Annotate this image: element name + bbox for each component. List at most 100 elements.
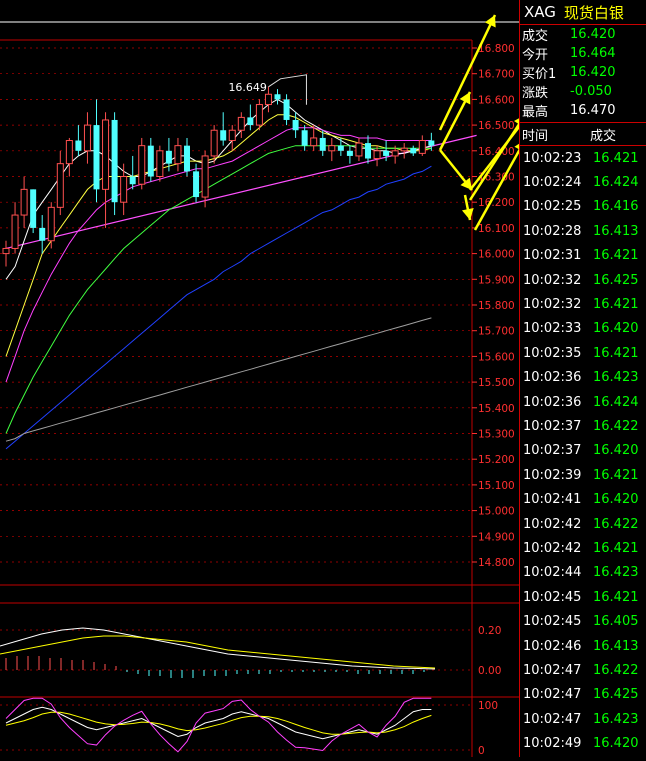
tick-price: 16.413	[593, 638, 639, 654]
tick-price: 16.413	[593, 223, 639, 239]
candle-body	[220, 130, 227, 141]
tick-time: 10:02:36	[523, 370, 582, 386]
candle-body	[292, 119, 299, 131]
candle-body	[210, 129, 218, 157]
y-tick-label: 16.200	[478, 197, 515, 209]
tick-time: 10:02:23	[523, 150, 582, 166]
candle-body	[120, 176, 128, 203]
tick-time: 10:02:39	[523, 467, 582, 483]
candle-body	[65, 140, 73, 165]
tick-time: 10:02:44	[523, 565, 582, 581]
kdj-tick-label: 100	[478, 700, 498, 712]
tick-time: 10:02:37	[523, 443, 582, 459]
tick-header-time: 时间	[522, 128, 549, 144]
tick-price: 16.424	[593, 175, 639, 191]
ma-line-white	[5, 98, 432, 280]
candle-body	[102, 119, 110, 190]
candle-body	[428, 140, 435, 146]
tick-price: 16.423	[593, 370, 639, 386]
candle-body	[365, 143, 371, 159]
tick-row: 10:02:44 16.423	[520, 561, 646, 585]
quote-value: 16.470	[570, 103, 616, 118]
candle-body	[237, 116, 245, 131]
quote-label: 涨跌	[522, 86, 549, 101]
tick-time: 10:02:32	[523, 272, 582, 288]
y-tick-label: 14.900	[478, 531, 515, 543]
y-tick-label: 15.800	[478, 300, 515, 312]
quote-panel: XAG 现货白银 成交 16.420 今开 16.464 买价1 16.420 涨跌 -0.0…	[519, 0, 646, 757]
y-tick-label: 15.300	[478, 429, 515, 441]
quote-list: 成交 16.420 今开 16.464 买价1 16.420 涨跌 -0.050 最高 16.47…	[520, 25, 646, 120]
tick-row: 10:02:42 16.422	[520, 512, 646, 536]
candle-body	[247, 117, 254, 126]
tick-time: 10:02:45	[523, 589, 582, 605]
candle-body	[11, 214, 19, 249]
quote-row: 最高 16.470	[520, 101, 646, 120]
y-tick-label: 14.800	[478, 557, 515, 569]
y-tick-label: 15.600	[478, 351, 515, 363]
tick-price: 16.420	[593, 321, 639, 337]
tick-row: 10:02:35 16.421	[520, 341, 646, 365]
quote-value: 16.464	[570, 46, 616, 61]
quote-row: 成交 16.420	[520, 25, 646, 44]
trend-line	[5, 134, 477, 250]
tick-price: 16.422	[593, 418, 639, 434]
tick-row: 10:02:39 16.421	[520, 463, 646, 487]
tick-time: 10:02:37	[523, 418, 582, 434]
candle-body	[391, 150, 399, 157]
tick-time: 10:02:47	[523, 687, 582, 703]
chart-area[interactable]: 16.800 16.700 16.600 16.500 16.400 16.300 16.2…	[0, 0, 576, 757]
candle-body	[75, 140, 82, 151]
candle-body	[129, 176, 136, 185]
tick-list[interactable]: 10:02:23 16.421 10:02:24 16.424 10:02:25 16.4…	[520, 146, 646, 756]
tick-price: 16.422	[593, 662, 639, 678]
candle-body	[83, 124, 91, 152]
y-tick-label: 16.600	[478, 94, 515, 106]
candle-body	[264, 93, 272, 106]
tick-price: 16.421	[593, 589, 639, 605]
candle-body	[355, 142, 363, 157]
price-chart[interactable]: 16.80016.70016.60016.50016.40016.30016.2…	[0, 0, 576, 757]
candle-body	[30, 189, 37, 228]
tick-row: 10:02:32 16.421	[520, 292, 646, 316]
quote-row: 今开 16.464	[520, 44, 646, 63]
tick-row: 10:02:31 16.421	[520, 244, 646, 268]
tick-price: 16.421	[593, 150, 639, 166]
tick-row: 10:02:45 16.405	[520, 609, 646, 633]
kdj-tick-label: 0	[478, 745, 485, 757]
tick-price: 16.421	[593, 297, 639, 313]
tick-row: 10:02:47 16.423	[520, 707, 646, 731]
tick-time: 10:02:42	[523, 540, 582, 556]
tick-row: 10:02:47 16.425	[520, 683, 646, 707]
quote-label: 最高	[522, 105, 549, 120]
tick-price: 16.420	[593, 443, 639, 459]
tick-time: 10:02:28	[523, 223, 582, 239]
y-tick-label: 15.700	[478, 326, 515, 338]
candle-body	[93, 125, 100, 190]
macd-tick-label: 0.00	[478, 665, 501, 677]
tick-time: 10:02:47	[523, 711, 582, 727]
y-tick-label: 16.500	[478, 120, 515, 132]
tick-row: 10:02:23 16.421	[520, 146, 646, 170]
tick-price: 16.424	[593, 394, 639, 410]
tick-time: 10:02:49	[523, 736, 582, 752]
tick-row: 10:02:37 16.420	[520, 439, 646, 463]
y-tick-label: 16.000	[478, 249, 515, 261]
quote-label: 买价1	[522, 67, 557, 82]
quote-row: 涨跌 -0.050	[520, 82, 646, 101]
y-tick-label: 15.900	[478, 274, 515, 286]
tick-row: 10:02:25 16.416	[520, 195, 646, 219]
candle-body	[410, 148, 417, 154]
macd-tick-label: 0.20	[478, 625, 501, 637]
candle-body	[319, 137, 326, 151]
tick-row: 10:02:46 16.413	[520, 634, 646, 658]
candle-body	[337, 145, 344, 151]
candle-body	[400, 147, 408, 152]
symbol-code: XAG	[524, 3, 556, 21]
candle-body	[383, 150, 390, 156]
quote-value: -0.050	[570, 84, 612, 99]
candle-body	[184, 145, 190, 172]
tick-row: 10:02:45 16.421	[520, 585, 646, 609]
tick-price: 16.421	[593, 540, 639, 556]
tick-time: 10:02:31	[523, 248, 582, 264]
